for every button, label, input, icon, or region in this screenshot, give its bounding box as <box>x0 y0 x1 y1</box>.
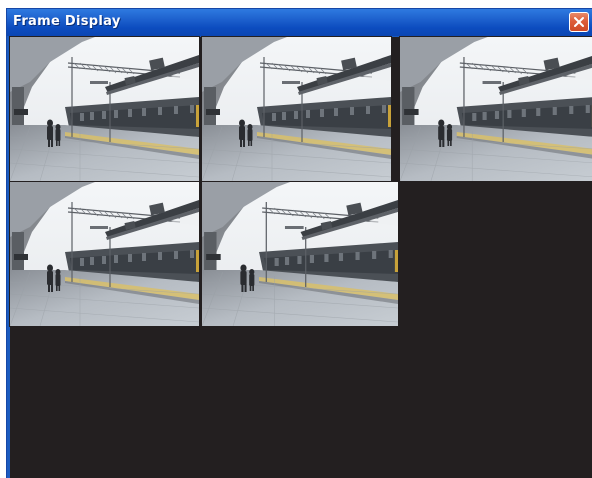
station-platform-image <box>202 37 391 181</box>
close-icon <box>574 17 584 27</box>
window-title: Frame Display <box>13 14 121 29</box>
station-platform-image <box>400 37 592 181</box>
frame-grid <box>9 36 592 327</box>
frame-1[interactable] <box>9 36 200 182</box>
title-bar[interactable]: Frame Display <box>7 9 592 36</box>
station-platform-image <box>202 182 398 326</box>
frame-4[interactable] <box>9 181 200 327</box>
close-button[interactable] <box>569 12 589 32</box>
station-platform-image <box>10 182 199 326</box>
frame-3[interactable] <box>399 36 592 182</box>
frame-display-window: Frame Display <box>6 8 592 478</box>
frame-2[interactable] <box>201 36 392 182</box>
station-platform-image <box>10 37 199 181</box>
frame-5[interactable] <box>201 181 399 327</box>
frame-display-area <box>9 36 592 478</box>
